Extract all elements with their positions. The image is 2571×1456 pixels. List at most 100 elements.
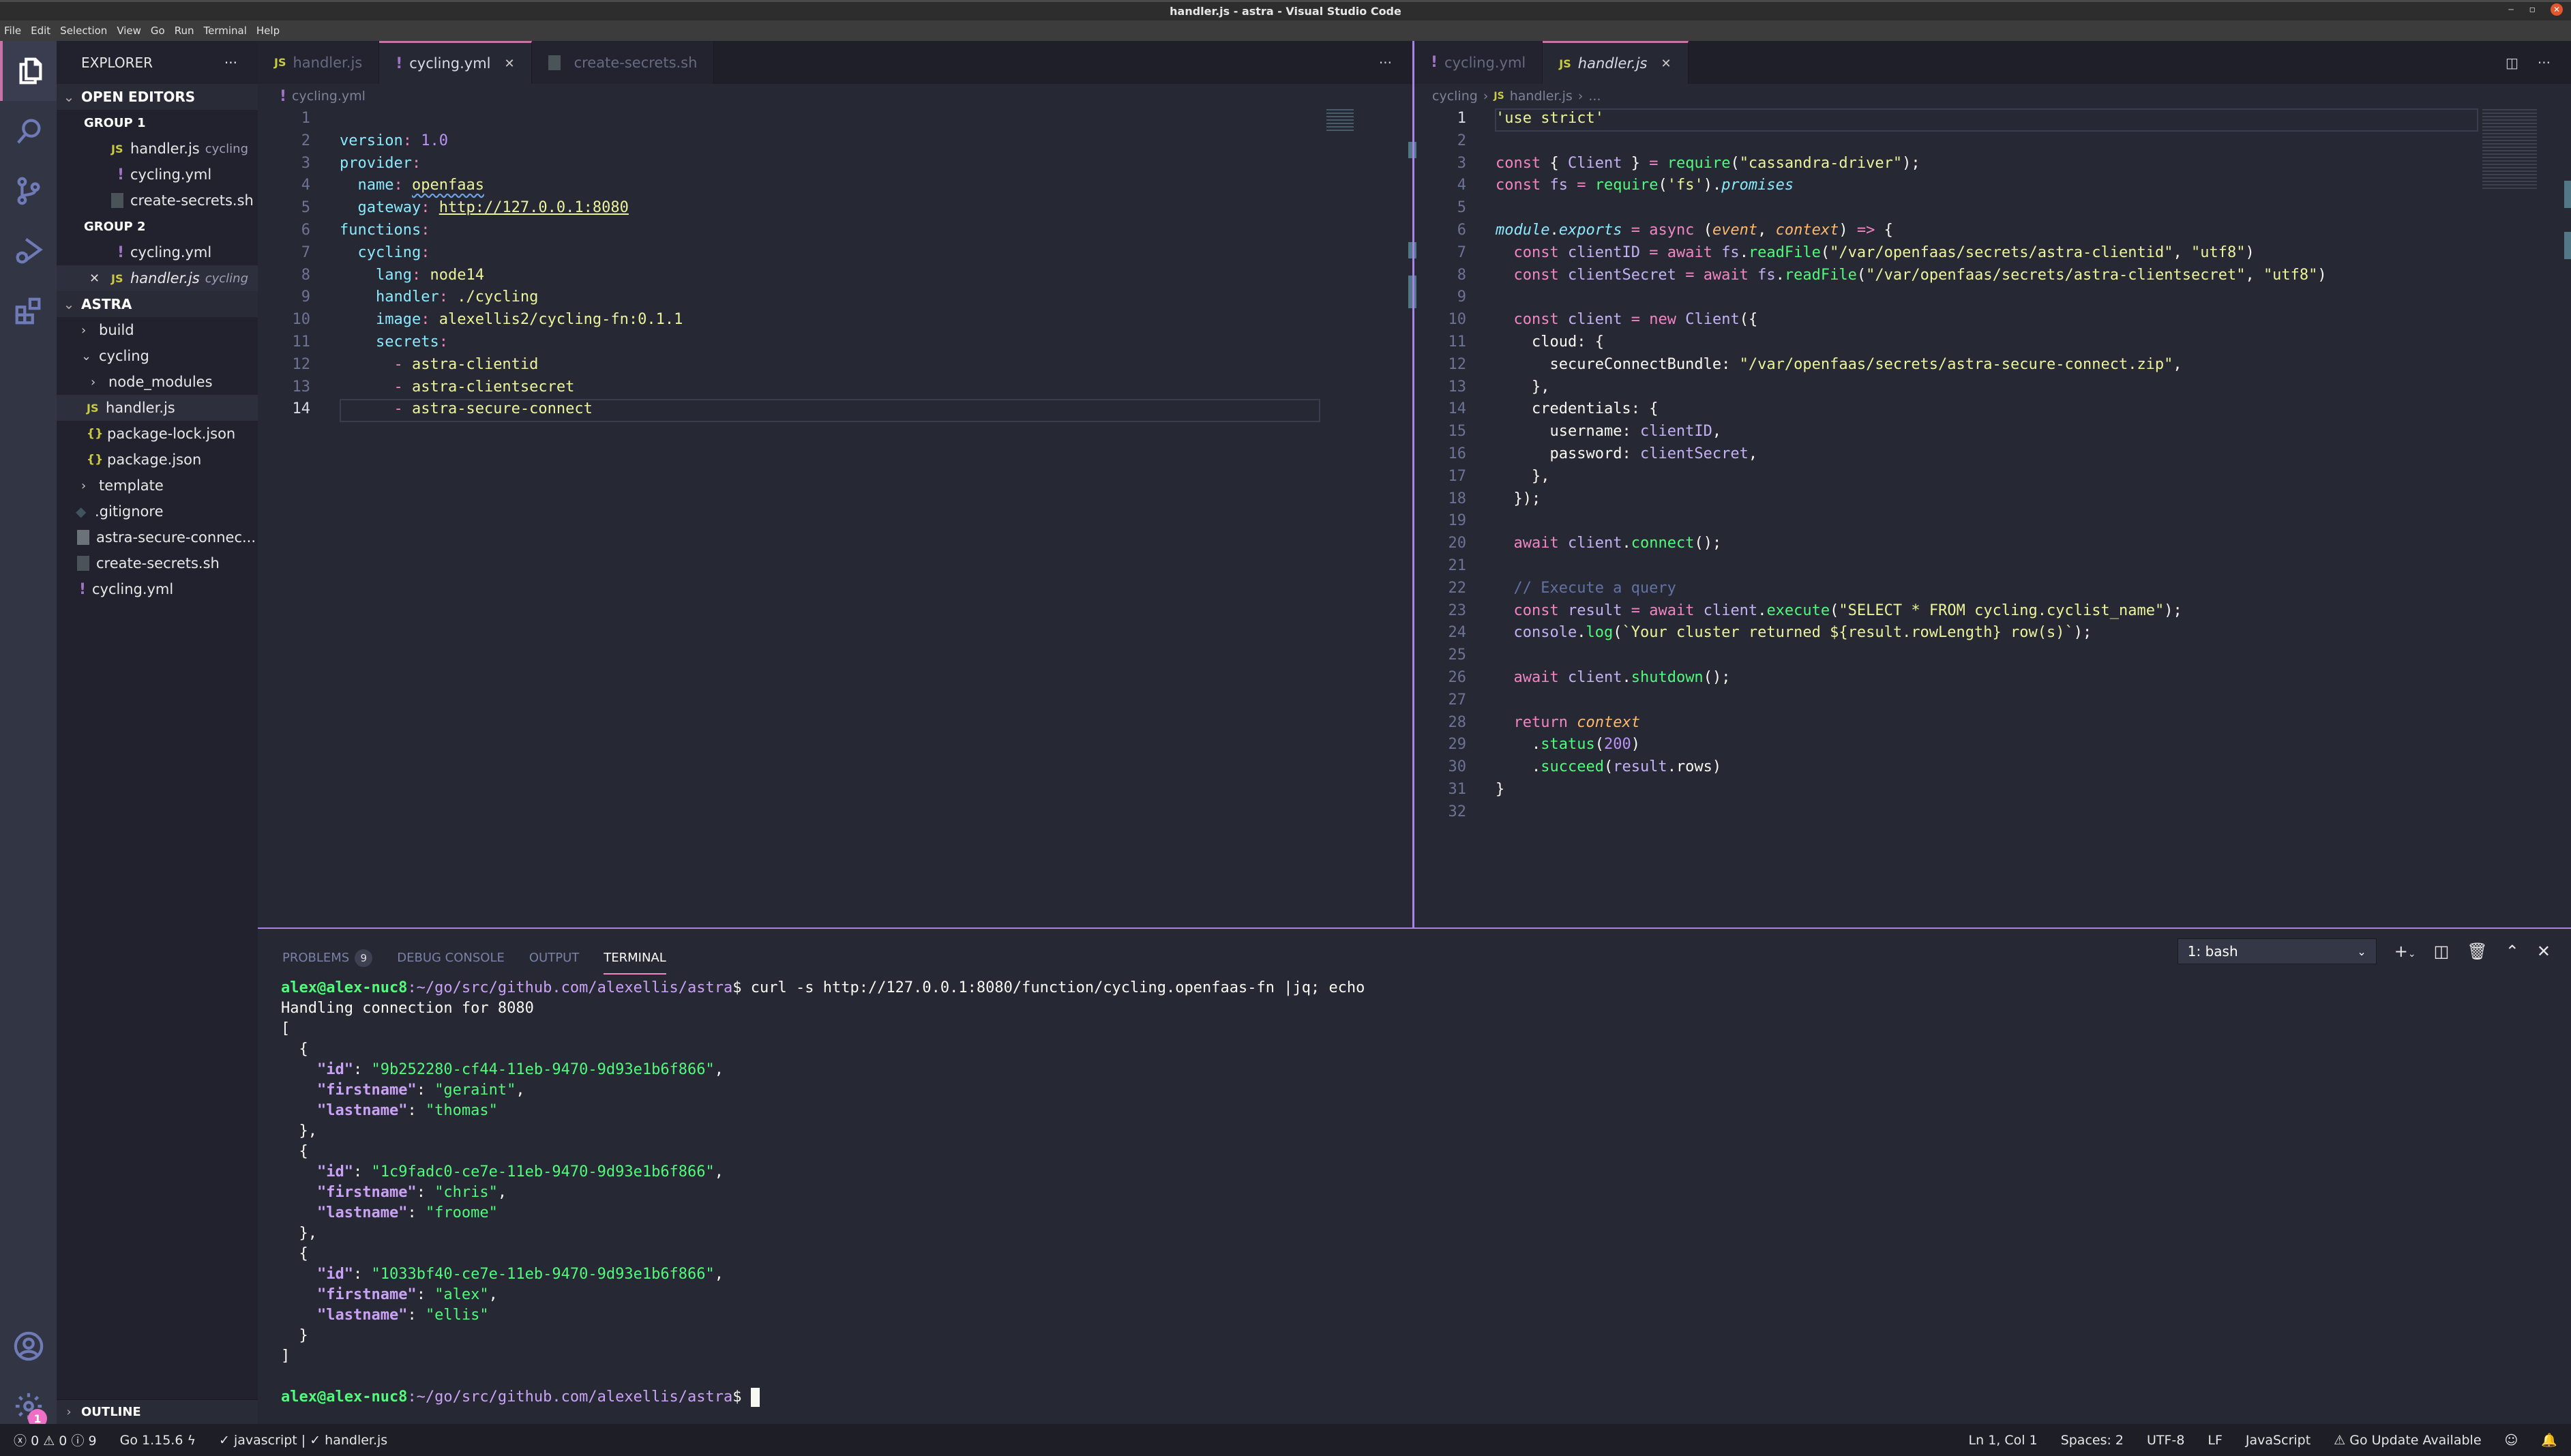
close-tab-icon[interactable]: ✕ — [505, 57, 515, 71]
split-editor-icon[interactable]: ◫ — [2506, 55, 2518, 71]
menu-selection[interactable]: Selection — [60, 25, 107, 37]
file-name: create-secrets.sh — [130, 192, 254, 209]
terminal-select[interactable]: 1: bash ⌄ — [2177, 938, 2377, 964]
editor-more-button[interactable]: ··· — [2538, 55, 2551, 71]
open-editor-handler-js[interactable]: JS handler.js cycling — [57, 136, 258, 162]
close-tab-icon[interactable]: ✕ — [1661, 57, 1671, 71]
open-editor-cycling-yml-2[interactable]: ! cycling.yml — [57, 239, 258, 265]
breadcrumb-item[interactable]: ... — [1588, 89, 1601, 104]
breadcrumb-item[interactable]: handler.js — [1510, 89, 1573, 104]
tree-folder-node-modules[interactable]: › node_modules — [57, 369, 258, 395]
tab-cycling-yml-2[interactable]: ! cycling.yml — [1414, 41, 1543, 84]
terminal-line: "id": "9b252280-cf44-11eb-9470-9d93e1b6f… — [316, 1061, 724, 1078]
activity-explorer[interactable] — [0, 41, 57, 101]
menu-run[interactable]: Run — [175, 25, 194, 37]
tree-folder-build[interactable]: › build — [57, 317, 258, 343]
tree-file-astra-secure-connect[interactable]: astra-secure-connec... — [57, 524, 258, 550]
code-line: cycling: — [357, 243, 430, 261]
tree-folder-cycling[interactable]: ⌄ cycling — [57, 343, 258, 369]
activity-bar: 1 — [0, 41, 57, 1428]
code-line: .status(200) — [1531, 736, 1640, 754]
explorer-more-button[interactable]: ··· — [224, 55, 237, 71]
line-ending[interactable]: LF — [2208, 1433, 2223, 1448]
tab-problems[interactable]: PROBLEMS 9 — [282, 949, 373, 967]
language-mode[interactable]: JavaScript — [2246, 1433, 2310, 1448]
editor-more-button[interactable]: ··· — [1379, 41, 1412, 84]
workspace-section[interactable]: ⌄ ASTRA — [57, 291, 258, 317]
open-editor-create-secrets-sh[interactable]: create-secrets.sh — [57, 188, 258, 213]
close-editor-icon[interactable]: ✕ — [89, 271, 111, 286]
tab-handler-js-2[interactable]: JS handler.js ✕ — [1543, 41, 1689, 84]
minimize-button[interactable]: ‒ — [2508, 4, 2514, 15]
line-number: 17 — [1448, 467, 1467, 485]
shell-file-icon — [548, 55, 561, 70]
kill-terminal-trash-icon[interactable]: 🗑 — [2467, 942, 2487, 961]
terminal-line: alex@alex-nuc8:~/go/src/github.com/alexe… — [281, 979, 1365, 996]
yaml-file-icon: ! — [1431, 54, 1438, 71]
indentation[interactable]: Spaces: 2 — [2061, 1433, 2124, 1448]
terminal-output[interactable]: alex@alex-nuc8:~/go/src/github.com/alexe… — [281, 978, 1365, 1408]
problems-status[interactable]: ⓧ 0 ⚠ 0 ⓘ 9 — [14, 1431, 97, 1449]
warning-icon: ⚠ — [2334, 1432, 2346, 1448]
breadcrumb-item[interactable]: cycling — [1432, 89, 1478, 104]
feedback-icon[interactable]: ☺ — [2505, 1433, 2518, 1448]
split-terminal-icon[interactable]: ◫ — [2434, 942, 2450, 961]
code-line: const result = await client.execute("SEL… — [1513, 601, 2182, 619]
file-folder: cycling — [205, 141, 249, 156]
tree-folder-template[interactable]: › template — [57, 473, 258, 499]
line-number: 7 — [301, 243, 310, 261]
minimap-right[interactable] — [2482, 109, 2537, 191]
tab-terminal[interactable]: TERMINAL — [604, 951, 666, 975]
window-controls: ‒ ▫ ✕ — [2508, 3, 2563, 16]
terminal-line: "lastname": "thomas" — [316, 1102, 498, 1119]
go-version-status[interactable]: Go 1.15.6 ϟ — [120, 1433, 196, 1448]
tree-file-package-lock-json[interactable]: {} package-lock.json — [57, 421, 258, 447]
breadcrumb-item[interactable]: cycling.yml — [292, 89, 366, 104]
menu-view[interactable]: View — [117, 25, 141, 37]
open-editor-cycling-yml[interactable]: ! cycling.yml — [57, 162, 258, 188]
tree-label: astra-secure-connec... — [96, 529, 256, 546]
javascript-code[interactable]: 'use strict' const { Client } = require(… — [1496, 108, 2327, 824]
activity-source-control[interactable] — [0, 161, 57, 221]
minimap-left[interactable] — [1326, 109, 1354, 131]
tab-cycling-yml[interactable]: ! cycling.yml ✕ — [379, 41, 532, 84]
encoding[interactable]: UTF-8 — [2147, 1433, 2184, 1448]
close-window-button[interactable]: ✕ — [2551, 3, 2563, 16]
menu-edit[interactable]: Edit — [31, 25, 50, 37]
group-2-header: GROUP 2 — [57, 213, 258, 239]
tree-file-package-json[interactable]: {} package.json — [57, 447, 258, 473]
yaml-code[interactable]: version: 1.0 provider: name: openfaas gat… — [340, 108, 683, 443]
tree-file-handler-js[interactable]: JS handler.js — [57, 395, 258, 421]
activity-run-debug[interactable] — [0, 221, 57, 281]
tab-debug-console[interactable]: DEBUG CONSOLE — [397, 951, 505, 965]
tab-create-secrets-sh[interactable]: create-secrets.sh — [531, 41, 715, 84]
outline-section[interactable]: › OUTLINE — [57, 1399, 258, 1424]
cursor-position[interactable]: Ln 1, Col 1 — [1969, 1433, 2038, 1448]
tab-label: PROBLEMS — [282, 950, 350, 965]
tree-file-gitignore[interactable]: ◆ .gitignore — [57, 499, 258, 524]
activity-accounts[interactable] — [0, 1316, 57, 1376]
close-panel-icon[interactable]: ✕ — [2537, 942, 2551, 961]
chevron-right-icon: › — [91, 374, 96, 389]
editor-group-divider[interactable] — [1412, 41, 1414, 927]
menu-terminal[interactable]: Terminal — [204, 25, 247, 37]
tab-handler-js[interactable]: JS handler.js — [258, 41, 380, 84]
maximize-button[interactable]: ▫ — [2529, 4, 2536, 15]
menu-file[interactable]: File — [4, 25, 21, 37]
tree-file-create-secrets-sh[interactable]: create-secrets.sh — [57, 550, 258, 576]
menu-go[interactable]: Go — [151, 25, 165, 37]
open-editor-handler-js-2[interactable]: ✕ JS handler.js cycling — [57, 265, 258, 291]
chevron-right-icon: › — [81, 478, 87, 493]
new-terminal-button[interactable]: +⌄ — [2394, 942, 2416, 961]
activity-search[interactable] — [0, 101, 57, 161]
go-update-status[interactable]: ⚠ Go Update Available — [2334, 1433, 2481, 1448]
line-number: 32 — [1448, 803, 1467, 820]
tab-output[interactable]: OUTPUT — [529, 951, 579, 965]
menu-help[interactable]: Help — [256, 25, 280, 37]
linter-status[interactable]: ✓ javascript | ✓ handler.js — [219, 1433, 387, 1448]
open-editors-section[interactable]: ⌄ OPEN EDITORS — [57, 84, 258, 110]
tree-file-cycling-yml[interactable]: ! cycling.yml — [57, 576, 258, 602]
maximize-panel-chevron-up-icon[interactable]: ⌃ — [2506, 942, 2519, 961]
notifications-bell-icon[interactable]: 🔔 — [2541, 1432, 2557, 1448]
activity-extensions[interactable] — [0, 281, 57, 341]
